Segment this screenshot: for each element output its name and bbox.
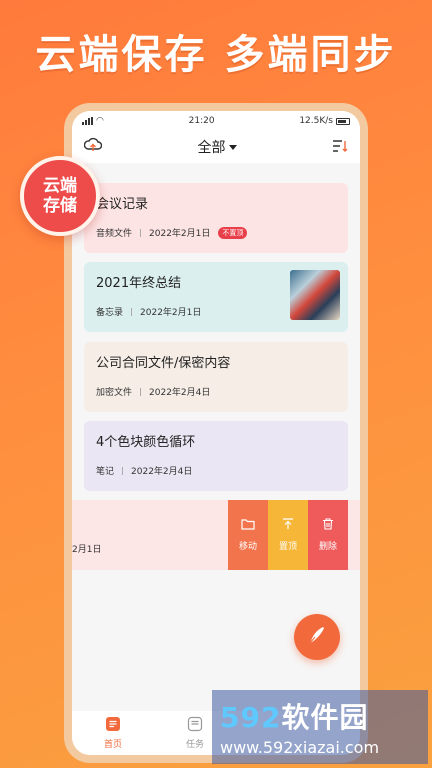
note-type: 笔记 xyxy=(96,467,115,477)
note-card[interactable]: 2021年终总结 备忘录 2022年2月1日 xyxy=(84,262,348,332)
app-bar: 全部 xyxy=(72,131,360,163)
note-title: 公司合同文件/保密内容 xyxy=(96,356,231,371)
task-icon xyxy=(187,716,203,735)
note-date: 2022年2月4日 xyxy=(131,467,193,477)
category-label: 全部 xyxy=(197,140,226,156)
new-note-button[interactable] xyxy=(294,614,340,660)
note-card[interactable]: 4个色块颜色循环 笔记 2022年2月4日 xyxy=(84,421,348,491)
pin-label: 置顶 xyxy=(278,542,297,552)
move-button[interactable]: 移动 xyxy=(228,500,268,570)
note-title: 4个色块颜色循环 xyxy=(96,435,196,450)
network-speed: 12.5K/s xyxy=(299,116,333,126)
note-card[interactable]: 公司合同文件/保密内容 加密文件 2022年2月4日 xyxy=(84,342,348,412)
note-date: 2022年2月4日 xyxy=(149,388,211,398)
pin-button[interactable]: 置顶 xyxy=(268,500,308,570)
note-card[interactable]: 会议记录 音频文件 2022年2月1日 不置顶 xyxy=(84,183,348,253)
wifi-icon: ◠ xyxy=(96,116,104,126)
delete-button[interactable]: 删除 xyxy=(308,500,348,570)
category-dropdown[interactable]: 全部 xyxy=(198,137,237,157)
meta-divider xyxy=(122,466,124,475)
tab-tasks[interactable]: 任务 xyxy=(186,716,204,750)
note-type: 音频文件 xyxy=(96,229,133,239)
promo-headline: 云端保存 多端同步 xyxy=(35,32,397,78)
signal-icon xyxy=(82,117,93,125)
tab-home[interactable]: 首页 xyxy=(104,716,122,750)
stamp-line-1: 云端 xyxy=(43,176,77,196)
status-left: ◠ xyxy=(82,116,104,126)
note-meta: 笔记 2022年2月4日 xyxy=(96,464,336,477)
move-label: 移动 xyxy=(238,542,257,552)
swiped-note-row[interactable]: 2月1日 移动 置顶 删除 xyxy=(72,500,360,570)
battery-icon xyxy=(336,117,350,125)
note-title: 会议记录 xyxy=(96,197,149,212)
watermark-number: 592 xyxy=(220,701,282,734)
meta-divider xyxy=(140,228,142,237)
pin-status-badge: 不置顶 xyxy=(218,226,248,239)
note-meta: 音频文件 2022年2月1日 不置顶 xyxy=(96,226,336,239)
phone-frame: ◠ 21:20 12.5K/s 全部 会议记录 音频文件 2022年2月1日 不… xyxy=(64,103,368,763)
pin-top-icon xyxy=(282,518,294,533)
note-date: 2022年2月1日 xyxy=(140,308,202,318)
stamp-line-2: 存储 xyxy=(43,196,77,216)
home-icon xyxy=(105,716,121,735)
sort-icon[interactable] xyxy=(332,138,348,157)
cloud-storage-stamp: 云端 存储 xyxy=(20,156,100,236)
tab-tasks-label: 任务 xyxy=(185,740,204,750)
status-right: 12.5K/s xyxy=(299,116,350,126)
meta-divider xyxy=(140,387,142,396)
folder-icon xyxy=(241,518,255,533)
note-type: 备忘录 xyxy=(96,308,124,318)
note-date: 2022年2月1日 xyxy=(149,229,211,239)
meta-divider xyxy=(131,307,133,316)
tab-home-label: 首页 xyxy=(103,740,122,750)
pen-icon xyxy=(306,624,328,650)
watermark-url: www.592xiazai.com xyxy=(220,738,380,757)
status-time: 21:20 xyxy=(188,116,215,126)
trash-icon xyxy=(322,518,334,533)
watermark-text: 软件园 xyxy=(281,701,369,734)
watermark-brand: 592软件园 xyxy=(220,696,420,736)
site-watermark: 592软件园 www.592xiazai.com xyxy=(212,690,428,764)
note-type: 加密文件 xyxy=(96,388,133,398)
chevron-down-icon xyxy=(228,144,237,150)
note-thumbnail-image xyxy=(290,270,340,320)
cloud-upload-icon[interactable] xyxy=(83,137,103,157)
status-bar: ◠ 21:20 12.5K/s xyxy=(72,111,360,131)
note-meta: 加密文件 2022年2月4日 xyxy=(96,385,336,398)
delete-label: 删除 xyxy=(318,542,337,552)
note-date: 2月1日 xyxy=(72,545,102,555)
app-screen: ◠ 21:20 12.5K/s 全部 会议记录 音频文件 2022年2月1日 不… xyxy=(72,111,360,755)
